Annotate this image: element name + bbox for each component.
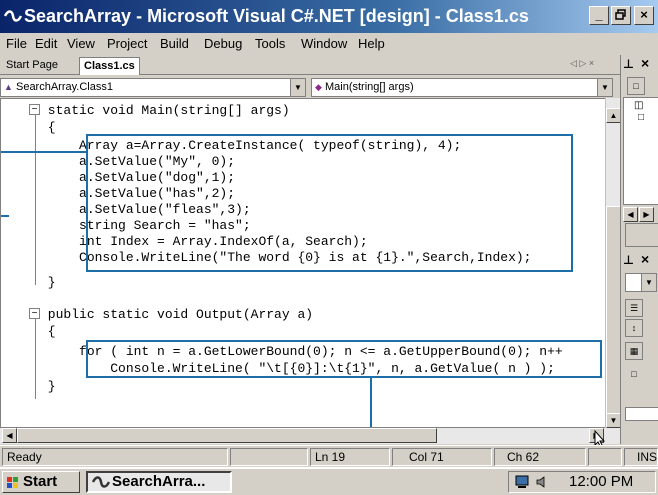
highlight-box-output <box>86 340 602 378</box>
status-mode: INS <box>624 448 658 466</box>
callout-line <box>370 378 372 427</box>
title-bar: SearchArray - Microsoft Visual C#.NET [d… <box>0 0 658 33</box>
callout-line <box>1 151 87 153</box>
restore-icon <box>615 9 626 20</box>
menu-file[interactable]: File <box>6 36 27 52</box>
code-line[interactable]: public static void Output(Array a) <box>1 307 313 322</box>
menu-help[interactable]: Help <box>358 36 385 52</box>
scroll-down-icon[interactable]: ▼ <box>606 413 621 428</box>
scroll-right-icon[interactable]: ▶ <box>639 207 654 222</box>
panel-close-icon[interactable]: × <box>641 251 649 267</box>
properties-dropdown[interactable]: ▼ <box>625 273 657 292</box>
app-icon <box>4 10 22 22</box>
status-empty <box>230 448 308 466</box>
callout-line <box>1 215 9 217</box>
status-ch: Ch 62 <box>494 448 586 466</box>
taskbar: Start SearchArra... 12:00 PM <box>0 467 658 495</box>
code-line[interactable]: { <box>1 324 56 339</box>
code-editor[interactable]: − − static void Main(string[] args) { Ar… <box>0 98 620 428</box>
menu-tools[interactable]: Tools <box>255 36 285 52</box>
tray-computer-icon[interactable] <box>515 475 531 489</box>
code-line[interactable]: } <box>1 379 56 394</box>
start-button[interactable]: Start <box>2 471 80 493</box>
class-dropdown[interactable]: ▲ SearchArray.Class1 ▼ <box>0 78 306 97</box>
menu-window[interactable]: Window <box>301 36 347 52</box>
restore-button[interactable] <box>611 6 631 25</box>
chevron-down-icon[interactable]: ▼ <box>641 274 656 291</box>
menu-edit[interactable]: Edit <box>35 36 57 52</box>
taskbar-app-label: SearchArra... <box>112 473 206 490</box>
tab-class1-cs[interactable]: Class1.cs <box>79 57 140 75</box>
pin-icon[interactable]: ⊥ <box>623 57 634 71</box>
pin-icon[interactable]: ⊥ <box>623 253 634 267</box>
scroll-thumb[interactable] <box>17 428 437 443</box>
horizontal-scrollbar[interactable]: ◀ ▶ <box>0 428 620 449</box>
scroll-left-icon[interactable]: ◀ <box>2 428 17 443</box>
method-icon: ◆ <box>315 82 322 92</box>
property-grid[interactable] <box>625 407 658 421</box>
scroll-up-icon[interactable]: ▲ <box>606 108 621 123</box>
close-button[interactable]: × <box>634 6 654 25</box>
toolbar-icon[interactable]: □ <box>627 77 645 95</box>
menu-view[interactable]: View <box>67 36 95 52</box>
menu-debug[interactable]: Debug <box>204 36 242 52</box>
status-col: Col 71 <box>392 448 492 466</box>
status-empty-2 <box>588 448 622 466</box>
solution-explorer-panel: ⊥ × □ ◫ □ ◀ ▶ ⊥ × ▼ ☰ ↕ ▦ □ <box>620 55 658 444</box>
member-dropdown-value: Main(string[] args) <box>324 81 414 93</box>
scroll-left-icon[interactable]: ◀ <box>623 207 638 222</box>
tray-sound-icon[interactable] <box>535 475 549 489</box>
menu-bar: File Edit View Project Build Debug Tools… <box>0 33 658 55</box>
menu-build[interactable]: Build <box>160 36 189 52</box>
class-dropdown-value: SearchArray.Class1 <box>15 81 113 93</box>
tab-start-page[interactable]: Start Page <box>2 57 62 75</box>
status-ready: Ready <box>2 448 228 466</box>
class-icon: ▲ <box>4 82 13 92</box>
chevron-down-icon[interactable]: ▼ <box>597 79 612 96</box>
member-dropdown[interactable]: ◆ Main(string[] args) ▼ <box>311 78 613 97</box>
code-line[interactable]: } <box>1 275 56 290</box>
categorized-icon[interactable]: ☰ <box>625 299 643 317</box>
code-line[interactable]: static void Main(string[] args) <box>1 103 290 118</box>
panel-splitter[interactable] <box>625 223 658 247</box>
properties-icon[interactable]: ▦ <box>625 342 643 360</box>
tree-node-icon: □ <box>638 112 645 123</box>
document-tabs: Start Page Class1.cs ◁ ▷ × <box>0 55 620 75</box>
status-line: Ln 19 <box>310 448 390 466</box>
menu-project[interactable]: Project <box>107 36 147 52</box>
scroll-thumb[interactable] <box>606 206 621 414</box>
solution-tree[interactable]: ◫ □ <box>623 97 658 205</box>
vertical-scrollbar[interactable]: ▲ ▼ <box>605 98 621 428</box>
events-icon[interactable]: □ <box>625 366 643 384</box>
tree-node-icon: ◫ <box>634 100 644 111</box>
start-label: Start <box>23 473 58 490</box>
status-bar: Ready Ln 19 Col 71 Ch 62 INS <box>0 445 658 467</box>
tab-scroll-controls[interactable]: ◁ ▷ × <box>570 58 594 69</box>
chevron-down-icon[interactable]: ▼ <box>290 79 305 96</box>
taskbar-app-icon <box>92 476 110 488</box>
start-flag-icon <box>7 477 18 488</box>
system-tray: 12:00 PM <box>508 471 656 493</box>
window-title: SearchArray - Microsoft Visual C#.NET [d… <box>24 6 529 26</box>
minimize-button[interactable]: _ <box>589 6 609 25</box>
code-line[interactable]: { <box>1 120 56 135</box>
clock[interactable]: 12:00 PM <box>569 472 633 492</box>
highlight-box-main <box>86 134 573 272</box>
taskbar-app-button[interactable]: SearchArra... <box>86 471 232 493</box>
alphabetical-icon[interactable]: ↕ <box>625 319 643 337</box>
panel-close-icon[interactable]: × <box>641 55 649 71</box>
